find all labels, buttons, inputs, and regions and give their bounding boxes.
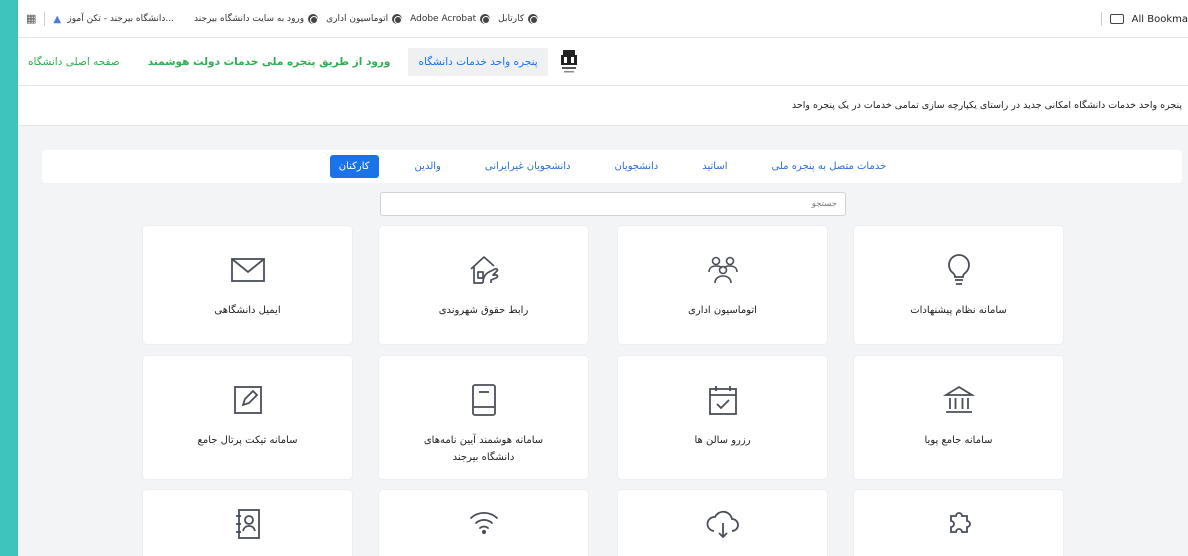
site-navigation: پنجره واحد خدمات دانشگاه ورود از طریق پن… xyxy=(18,38,1188,86)
bookmark-label: اتوماسیون اداری xyxy=(326,13,389,24)
bookmark-item[interactable]: ورود به سایت دانشگاه بیرجند xyxy=(194,13,319,24)
calendar-check-icon xyxy=(708,380,738,420)
card-pooya[interactable]: سامانه جامع پویا xyxy=(854,356,1063,479)
browser-frame: ▦ ▲ دانشگاه بیرجند - تکن آموز... ورود به… xyxy=(18,0,1188,556)
card-hall-reservation[interactable]: رزرو سالن ها xyxy=(618,356,827,479)
globe-icon xyxy=(308,13,319,24)
bookmark-label: ورود به سایت دانشگاه بیرجند xyxy=(194,13,305,24)
tab-professors[interactable]: اساتید xyxy=(694,155,735,178)
globe-icon xyxy=(480,13,491,24)
bookmark-label: کارتابل xyxy=(498,13,525,24)
edit-square-icon xyxy=(233,380,263,420)
card-label: رابط حقوق شهروندی xyxy=(438,305,529,316)
tab-foreign-students[interactable]: دانشجویان غیرایرانی xyxy=(477,155,579,178)
drive-icon: ▲ xyxy=(53,13,62,25)
divider xyxy=(44,11,46,26)
envelope-icon xyxy=(230,250,266,290)
card-row3-wifi[interactable] xyxy=(379,490,588,556)
book-icon xyxy=(470,380,498,420)
all-bookmarks-link[interactable]: All Bookma xyxy=(1132,14,1188,25)
card-label: سامانه هوشمند آیین نامه‌های دانشگاه بیرج… xyxy=(423,435,544,463)
university-logo[interactable] xyxy=(556,47,582,77)
globe-icon xyxy=(528,13,539,24)
contact-book-icon xyxy=(234,504,262,544)
bookmarks-left: ▦ ▲ دانشگاه بیرجند - تکن آموز... ورود به… xyxy=(26,11,539,26)
people-icon xyxy=(705,250,741,290)
bookmarks-bar: ▦ ▲ دانشگاه بیرجند - تکن آموز... ورود به… xyxy=(18,0,1188,38)
card-label: سامانه نظام پیشنهادات xyxy=(910,305,1007,316)
card-row3-contacts[interactable] xyxy=(143,490,352,556)
lightbulb-icon xyxy=(946,250,972,290)
card-label: رزرو سالن ها xyxy=(694,435,751,446)
category-tabs: خدمات متصل به پنجره ملی اساتید دانشجویان… xyxy=(42,150,1182,183)
card-regulations[interactable]: سامانه هوشمند آیین نامه‌های دانشگاه بیرج… xyxy=(379,356,588,479)
tab-staff[interactable]: کارکنان xyxy=(329,155,379,178)
card-automation[interactable]: اتوماسیون اداری xyxy=(618,226,827,344)
bookmark-item[interactable]: کارتابل xyxy=(498,13,539,24)
home-hand-icon xyxy=(467,250,501,290)
bookmarks-right: All Bookma xyxy=(1100,0,1188,38)
tab-parents[interactable]: والدین xyxy=(407,155,449,178)
wifi-icon xyxy=(468,502,500,542)
bank-icon xyxy=(942,380,975,420)
nav-national-window[interactable]: ورود از طریق پنجره ملی خدمات دولت هوشمند xyxy=(138,48,401,76)
card-row3-puzzle[interactable] xyxy=(854,490,1063,556)
card-row3-cloud[interactable] xyxy=(618,490,827,556)
card-suggestions[interactable]: سامانه نظام پیشنهادات xyxy=(854,226,1063,344)
tab-connected-services[interactable]: خدمات متصل به پنجره ملی xyxy=(764,155,895,178)
card-label: ایمیل دانشگاهی xyxy=(214,305,281,316)
apps-grid-icon[interactable]: ▦ xyxy=(26,12,36,25)
folder-icon xyxy=(1109,14,1124,24)
card-citizenship[interactable]: رابط حقوق شهروندی xyxy=(379,226,588,344)
search-input[interactable] xyxy=(380,192,846,216)
page-description: پنجره واحد خدمات دانشگاه امکانی جدید در … xyxy=(18,86,1188,126)
divider xyxy=(1100,12,1102,26)
tab-students[interactable]: دانشجویان xyxy=(607,155,667,178)
nav-service-window[interactable]: پنجره واحد خدمات دانشگاه xyxy=(408,47,548,76)
card-label: اتوماسیون اداری xyxy=(688,305,757,316)
cloud-download-icon xyxy=(705,504,741,544)
card-email[interactable]: ایمیل دانشگاهی xyxy=(143,226,352,344)
bookmark-item[interactable]: اتوماسیون اداری xyxy=(326,13,403,24)
bookmark-item[interactable]: Adobe Acrobat xyxy=(410,13,491,24)
puzzle-icon xyxy=(944,504,974,544)
bookmark-label: دانشگاه بیرجند - تکن آموز... xyxy=(67,13,174,24)
globe-icon xyxy=(392,13,403,24)
card-label: سامانه جامع پویا xyxy=(924,435,993,446)
card-label: سامانه تیکت پرتال جامع xyxy=(197,435,298,446)
nav-university-home[interactable]: صفحه اصلی دانشگاه xyxy=(18,48,130,76)
bookmark-label: Adobe Acrobat xyxy=(410,13,477,24)
card-ticket[interactable]: سامانه تیکت پرتال جامع xyxy=(143,356,352,479)
bookmark-item[interactable]: ▲ دانشگاه بیرجند - تکن آموز... xyxy=(53,13,174,25)
